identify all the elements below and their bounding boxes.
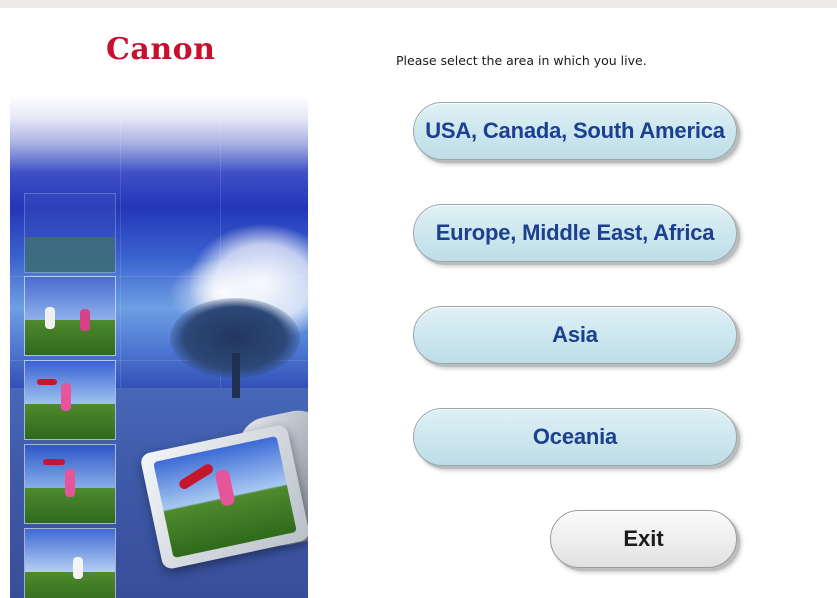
region-button-label: Oceania [532, 424, 618, 449]
photo-thumbnail [24, 276, 116, 356]
photo-thumbnail [24, 444, 116, 524]
region-button-label: Asia [552, 322, 598, 347]
exit-button-label: Exit [623, 526, 664, 551]
photo-thumbnail [24, 360, 116, 440]
region-button-americas[interactable]: USA, Canada, South America [413, 102, 737, 160]
photo-thumbnail [24, 528, 116, 598]
exit-button[interactable]: Exit [550, 510, 737, 568]
tree-trunk-illustration [232, 353, 240, 398]
region-button-label: USA, Canada, South America [425, 118, 725, 143]
installer-window: Canon Please select the area in which yo… [0, 0, 837, 598]
region-button-label: Europe, Middle East, Africa [435, 220, 715, 245]
artwork-panel: Canon [10, 8, 308, 598]
region-button-europe-middle-east-africa[interactable]: Europe, Middle East, Africa [413, 204, 737, 262]
region-button-asia[interactable]: Asia [413, 306, 737, 364]
photo-thumbnail [24, 193, 116, 273]
region-button-oceania[interactable]: Oceania [413, 408, 737, 466]
instruction-text: Please select the area in which you live… [396, 53, 647, 68]
canon-logo: Canon [106, 32, 216, 67]
